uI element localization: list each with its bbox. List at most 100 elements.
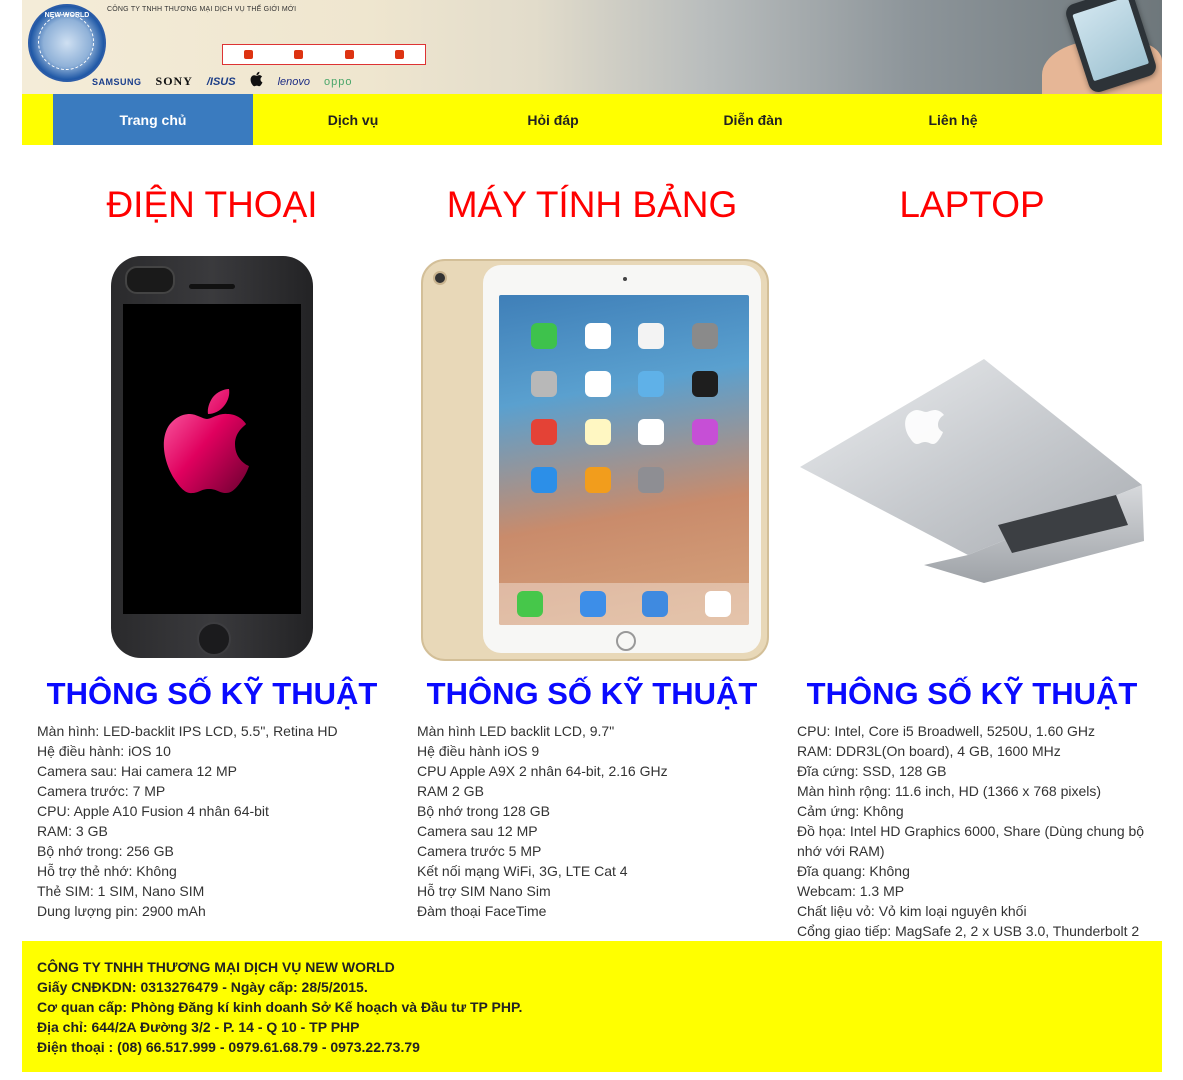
footer: CÔNG TY TNHH THƯƠNG MẠI DỊCH VỤ NEW WORL… [22,941,1162,1072]
spec-item: Đồ họa: Intel HD Graphics 6000, Share (D… [797,823,1145,859]
tablet-home-button [616,631,636,651]
maps-icon [638,371,665,397]
badge-2 [294,50,304,59]
apple-logo-icon [163,389,249,494]
tablet-app-grid [517,323,732,493]
spec-item: Thẻ SIM: 1 SIM, Nano SIM [37,883,205,899]
badge-3 [344,50,354,59]
photo-booth-icon [530,419,557,445]
footer-address: Địa chỉ: 644/2A Đường 3/2 - P. 14 - Q 10… [37,1019,360,1035]
messages-icon [517,591,544,617]
tablet-image[interactable] [421,259,769,661]
spec-item: Đàm thoại FaceTime [417,903,547,919]
footer-phone: Điện thoại : (08) 66.517.999 - 0979.61.6… [37,1039,420,1055]
category-title-laptop[interactable]: LAPTOP [782,184,1162,226]
spec-title-phone: THÔNG SỐ KỸ THUẬT [46,676,378,711]
spec-item: CPU: Apple A10 Fusion 4 nhân 64-bit [37,803,269,819]
nav-item-trang-chu[interactable]: Trang chủ [53,94,253,145]
app-store-icon [530,467,557,493]
spec-item: Kết nối mạng WiFi, 3G, LTE Cat 4 [417,863,628,879]
nav-item-dien-dan[interactable]: Diễn đàn [653,94,853,145]
spec-item: Bộ nhớ trong: 256 GB [37,843,174,859]
brand-logos: SAMSUNG SONY /ISUS lenovo oppo [92,71,353,92]
brand-sony: SONY [155,74,193,88]
category-title-phone[interactable]: ĐIỆN THOẠI [22,184,402,226]
spec-title-laptop: THÔNG SỐ KỸ THUẬT [806,676,1138,711]
spec-item: RAM 2 GB [417,783,484,799]
ibooks-icon [584,467,611,493]
phone-image[interactable] [111,256,313,658]
payment-icon [243,50,253,59]
photos-icon [638,323,665,349]
spec-item: Bộ nhớ trong 128 GB [417,803,550,819]
footer-issuer: Cơ quan cấp: Phòng Đăng kí kinh doanh Sở… [37,999,523,1015]
videos-icon [692,371,719,397]
spec-item: Camera sau 12 MP [417,823,538,839]
tablet-rear-camera [433,271,447,285]
spec-item: Dung lượng pin: 2900 mAh [37,903,206,919]
spec-item: RAM: DDR3L(On board), 4 GB, 1600 MHz [797,743,1061,759]
phone-speaker [189,284,235,289]
spec-item: Màn hình LED backlit LCD, 9.7" [417,723,615,739]
spec-item: CPU Apple A9X 2 nhân 64-bit, 2.16 GHz [417,763,668,779]
logo-text: NEW WORLD [44,12,90,19]
brand-samsung: SAMSUNG [92,76,142,87]
footer-company-name: CÔNG TY TNHH THƯƠNG MẠI DỊCH VỤ NEW WORL… [37,959,395,975]
laptop-image[interactable] [798,355,1144,585]
spec-item: Hệ điều hành iOS 9 [417,743,540,759]
spec-item: Hệ điều hành: iOS 10 [37,743,171,759]
mail-icon [642,591,669,617]
tablet-dock [499,583,749,625]
spec-item: RAM: 3 GB [37,823,108,839]
badge-4 [395,50,405,59]
phone-camera [125,266,175,294]
nav-item-dich-vu[interactable]: Dịch vụ [253,94,453,145]
settings-icon [638,467,665,493]
facetime-icon [530,323,557,349]
spec-item: Webcam: 1.3 MP [797,883,905,899]
empty-slot [692,467,718,493]
spec-title-tablet: THÔNG SỐ KỸ THUẬT [426,676,758,711]
spec-item: Màn hình: LED-backlit IPS LCD, 5.5", Ret… [37,723,338,739]
contacts-icon [530,371,557,397]
clock-icon [584,371,611,397]
spec-item: CPU: Intel, Core i5 Broadwell, 5250U, 1.… [797,723,1096,739]
spec-list-laptop: CPU: Intel, Core i5 Broadwell, 5250U, 1.… [797,721,1153,941]
main-nav: Trang chủ Dịch vụ Hỏi đáp Diễn đàn Liên … [22,94,1162,145]
spec-item: Chất liệu vỏ: Vỏ kim loại nguyên khối [797,903,1027,919]
service-badges [222,44,426,65]
spec-list-tablet: Màn hình LED backlit LCD, 9.7" Hệ điều h… [417,721,762,921]
spec-item: Màn hình rộng: 11.6 inch, HD (1366 x 768… [797,783,1102,799]
calendar-icon [584,323,611,349]
phone-screen [123,304,301,614]
badge-1 [243,50,253,59]
spec-item: Hỗ trợ SIM Nano Sim [417,883,551,899]
spec-item: Đĩa cứng: SSD, 128 GB [797,763,947,779]
reminders-icon [638,419,665,445]
nav-item-lien-he[interactable]: Liên hệ [853,94,1053,145]
music-icon [704,591,731,617]
delivery-icon [344,50,354,59]
camera-icon [692,323,719,349]
spec-item: Cảm ứng: Không [797,803,904,819]
apple-logo-icon [905,410,944,444]
return-icon [294,50,304,59]
nav-item-hoi-dap[interactable]: Hỏi đáp [453,94,653,145]
brand-oppo: oppo [324,75,353,88]
header-banner: NEW WORLD CÔNG TY TNHH THƯƠNG MẠI DỊCH V… [22,0,1162,94]
spec-item: Hỗ trợ thẻ nhớ: Không [37,863,177,879]
spec-item: Đĩa quang: Không [797,863,910,879]
spec-item: Camera sau: Hai camera 12 MP [37,763,237,779]
phone-home-button [197,622,231,656]
spec-item: Camera trước: 7 MP [37,783,166,799]
itunes-store-icon [692,419,719,445]
banner-phone-screen [1072,0,1150,82]
logo-ring [38,14,94,70]
tablet-front-camera [623,277,627,281]
footer-license: Giấy CNĐKDN: 0313276479 - Ngày cấp: 28/5… [37,979,368,995]
spec-item: Cổng giao tiếp: MagSafe 2, 2 x USB 3.0, … [797,923,1140,939]
spec-list-phone: Màn hình: LED-backlit IPS LCD, 5.5", Ret… [37,721,382,921]
category-title-tablet[interactable]: MÁY TÍNH BẢNG [402,184,782,226]
spec-item: Camera trước 5 MP [417,843,542,859]
brand-lenovo: lenovo [277,75,311,88]
